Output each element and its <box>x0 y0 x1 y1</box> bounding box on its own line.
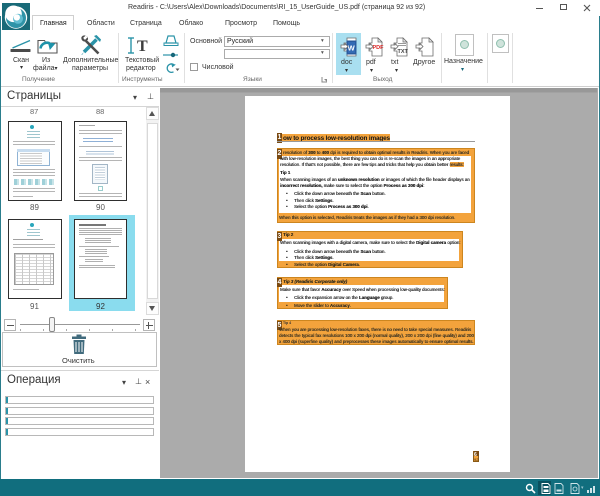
svg-text:T: T <box>137 38 148 55</box>
svg-text:W: W <box>348 44 356 53</box>
svg-text:PDF: PDF <box>373 45 385 51</box>
svg-text:TXT: TXT <box>398 49 409 55</box>
